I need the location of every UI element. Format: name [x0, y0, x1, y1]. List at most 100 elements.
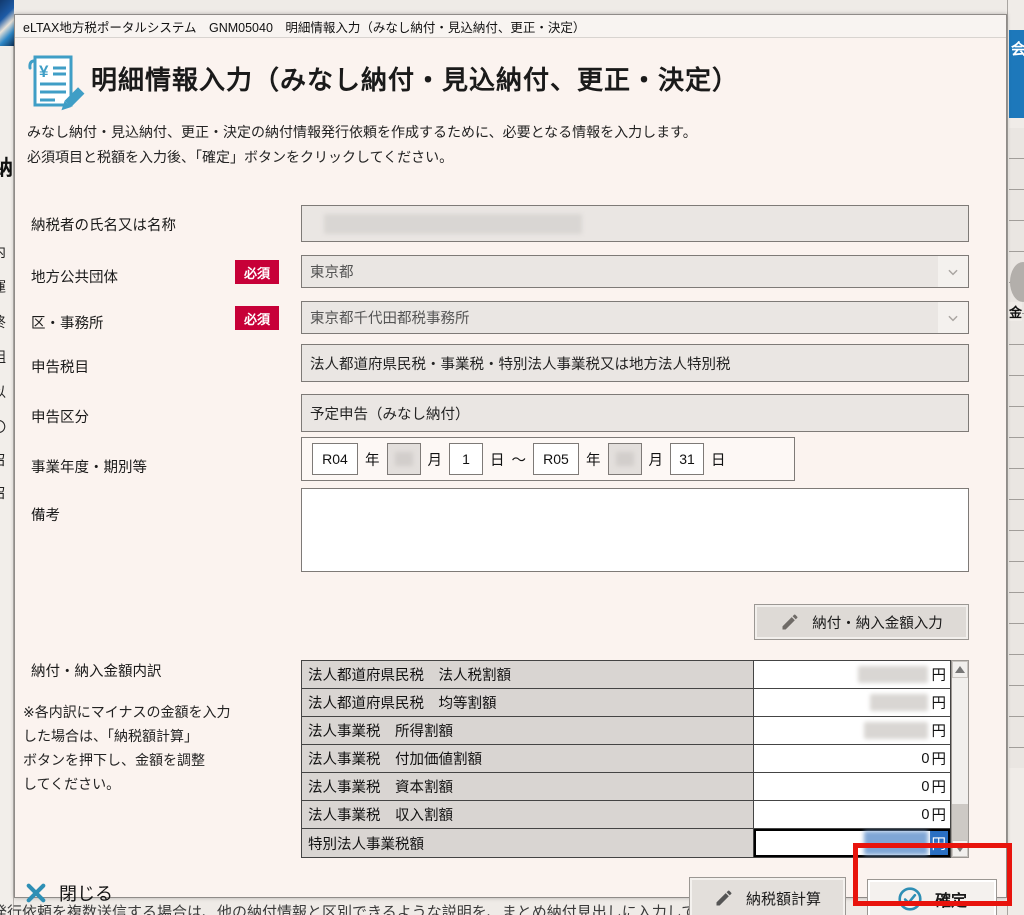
page-title: 明細情報入力（みなし納付・見込納付、更正・決定）: [91, 60, 739, 97]
pencil-icon: [714, 888, 734, 908]
amount-unit: 円: [932, 664, 947, 685]
amount-unit: 円: [932, 804, 947, 825]
remarks-label: 備考: [31, 504, 60, 525]
end-year-input[interactable]: R05: [533, 443, 579, 475]
scroll-up-button[interactable]: [952, 661, 968, 678]
bg-kanji-fragment: 召: [0, 483, 14, 503]
row-label: 法人事業税 所得割額: [302, 717, 754, 744]
ward-office-select[interactable]: 東京都千代田都税事務所: [301, 301, 969, 334]
table-row-selected: 特別法人事業税額 円: [302, 829, 950, 857]
bg-kanji-fragment: 組: [0, 347, 14, 367]
enter-payment-amount-label: 納付・納入金額入力: [812, 612, 943, 633]
report-category-label: 申告区分: [31, 406, 89, 427]
tax-item-field: 法人都道府県民税・事業税・特別法人事業税又は地方法人特別税: [301, 344, 969, 382]
breakdown-note: ※各内訳にマイナスの金額を入力 した場合は、「納税額計算」 ボタンを押下し、金額…: [23, 700, 295, 796]
redacted-amount: [870, 694, 928, 711]
redacted-amount: [864, 722, 928, 739]
scrollbar-track[interactable]: [952, 678, 968, 840]
window-title: eLTAX地方税ポータルシステム GNM05040 明細情報入力（みなし納付・見…: [23, 17, 585, 36]
start-year-input[interactable]: R04: [312, 443, 358, 475]
row-label: 法人都道府県民税 均等割額: [302, 689, 754, 716]
amount-unit: 円: [932, 720, 947, 741]
close-x-icon: [25, 882, 47, 904]
tax-item-label: 申告税目: [31, 356, 89, 377]
bg-kanji-fragment: 〇: [0, 417, 14, 437]
confirm-label: 確定: [935, 887, 967, 911]
breakdown-label: 納付・納入金額内訳: [31, 660, 162, 681]
description-line-2: 必須項目と税額を入力後、「確定」ボタンをクリックしてください。: [27, 147, 453, 167]
background-blue-header-fragment: 会: [1009, 30, 1024, 118]
amount-input[interactable]: 円: [754, 689, 950, 716]
required-badge: 必須: [235, 306, 279, 330]
background-desktop-fragment: [0, 0, 14, 46]
table-scrollbar[interactable]: [951, 660, 969, 858]
table-row: 法人事業税 所得割額 円: [302, 717, 950, 745]
redacted-taxpayer-name: [324, 214, 582, 234]
amount-input[interactable]: 0 円: [754, 773, 950, 800]
close-label: 閉じる: [59, 880, 113, 906]
day-unit: 日: [711, 449, 726, 470]
table-row: 法人事業税 付加価値割額 0 円: [302, 745, 950, 773]
bg-kanji-fragment: 召: [0, 450, 14, 470]
start-day-input[interactable]: 1: [449, 443, 483, 475]
month-unit: 月: [649, 449, 664, 470]
amount-unit: 円: [932, 692, 947, 713]
fiscal-period-label: 事業年度・期別等: [31, 456, 147, 477]
document-yen-pencil-icon: ¥: [23, 50, 87, 116]
window-titlebar[interactable]: eLTAX地方税ポータルシステム GNM05040 明細情報入力（みなし納付・見…: [15, 15, 1006, 38]
amount-unit: 円: [930, 831, 949, 855]
local-government-label: 地方公共団体: [31, 266, 118, 287]
amount-input-focused[interactable]: 円: [754, 829, 950, 857]
table-row: 法人事業税 収入割額 0 円: [302, 801, 950, 829]
redacted-amount: [858, 666, 928, 683]
calculate-tax-button[interactable]: 納税額計算: [689, 877, 846, 915]
start-month-input[interactable]: [387, 443, 421, 475]
bg-kanji-fragment: 終: [0, 312, 14, 332]
bg-kanji-fragment: 内: [0, 242, 14, 262]
day-unit: 日: [490, 449, 505, 470]
table-row: 法人都道府県民税 均等割額 円: [302, 689, 950, 717]
remarks-textarea[interactable]: [301, 488, 969, 572]
end-month-input[interactable]: [608, 443, 642, 475]
amount-input[interactable]: 0 円: [754, 745, 950, 772]
report-category-value: 予定申告（みなし納付）: [310, 403, 470, 424]
triangle-down-icon: [955, 845, 965, 852]
end-day-input[interactable]: 31: [670, 443, 704, 475]
amount-value: 0: [921, 751, 929, 767]
scroll-down-button[interactable]: [952, 840, 968, 857]
amount-unit: 円: [932, 776, 947, 797]
redacted-amount-selected: [864, 831, 928, 855]
amount-input[interactable]: 0 円: [754, 801, 950, 828]
row-label: 法人事業税 資本割額: [302, 773, 754, 800]
dialog-body: ¥ 明細情報入力（みなし納付・見込納付、更正・決定） みなし納付・見込納付、更正…: [15, 38, 1006, 897]
ward-office-value: 東京都千代田都税事務所: [310, 307, 938, 328]
pencil-icon: [780, 612, 800, 632]
fiscal-period-group: R04 年 月 1 日 ～ R05 年 月 31 日: [301, 437, 795, 481]
amount-value: 0: [921, 807, 929, 823]
scrollbar-thumb[interactable]: [952, 804, 968, 840]
bg-kanji-fragment: 納: [0, 152, 14, 182]
range-separator: ～: [512, 449, 527, 470]
description-line-1: みなし納付・見込納付、更正・決定の納付情報発行依頼を作成するために、必要となる情…: [27, 122, 697, 142]
local-government-value: 東京都: [310, 261, 938, 282]
bg-kanji-fragment: 以: [0, 382, 14, 402]
enter-payment-amount-button[interactable]: 納付・納入金額入力: [754, 604, 969, 640]
svg-text:¥: ¥: [39, 62, 49, 81]
table-row: 法人都道府県民税 法人税割額 円: [302, 661, 950, 689]
row-label: 法人都道府県民税 法人税割額: [302, 661, 754, 688]
amount-input[interactable]: 円: [754, 717, 950, 744]
tax-item-value: 法人都道府県民税・事業税・特別法人事業税又は地方法人特別税: [310, 353, 731, 374]
table-row: 法人事業税 資本割額 0 円: [302, 773, 950, 801]
year-unit: 年: [365, 449, 380, 470]
chevron-down-icon: [938, 256, 968, 287]
amount-unit: 円: [932, 748, 947, 769]
amount-input[interactable]: 円: [754, 661, 950, 688]
local-government-select[interactable]: 東京都: [301, 255, 969, 288]
row-label: 特別法人事業税額: [302, 829, 754, 857]
close-button[interactable]: 閉じる: [25, 880, 113, 906]
background-right-cells: [1009, 128, 1024, 768]
background-left-window-fragment: 納 内 運 終 組 以 〇 召 召: [0, 0, 14, 915]
row-label: 法人事業税 付加価値割額: [302, 745, 754, 772]
year-unit: 年: [586, 449, 601, 470]
confirm-button[interactable]: 確定: [867, 879, 997, 915]
